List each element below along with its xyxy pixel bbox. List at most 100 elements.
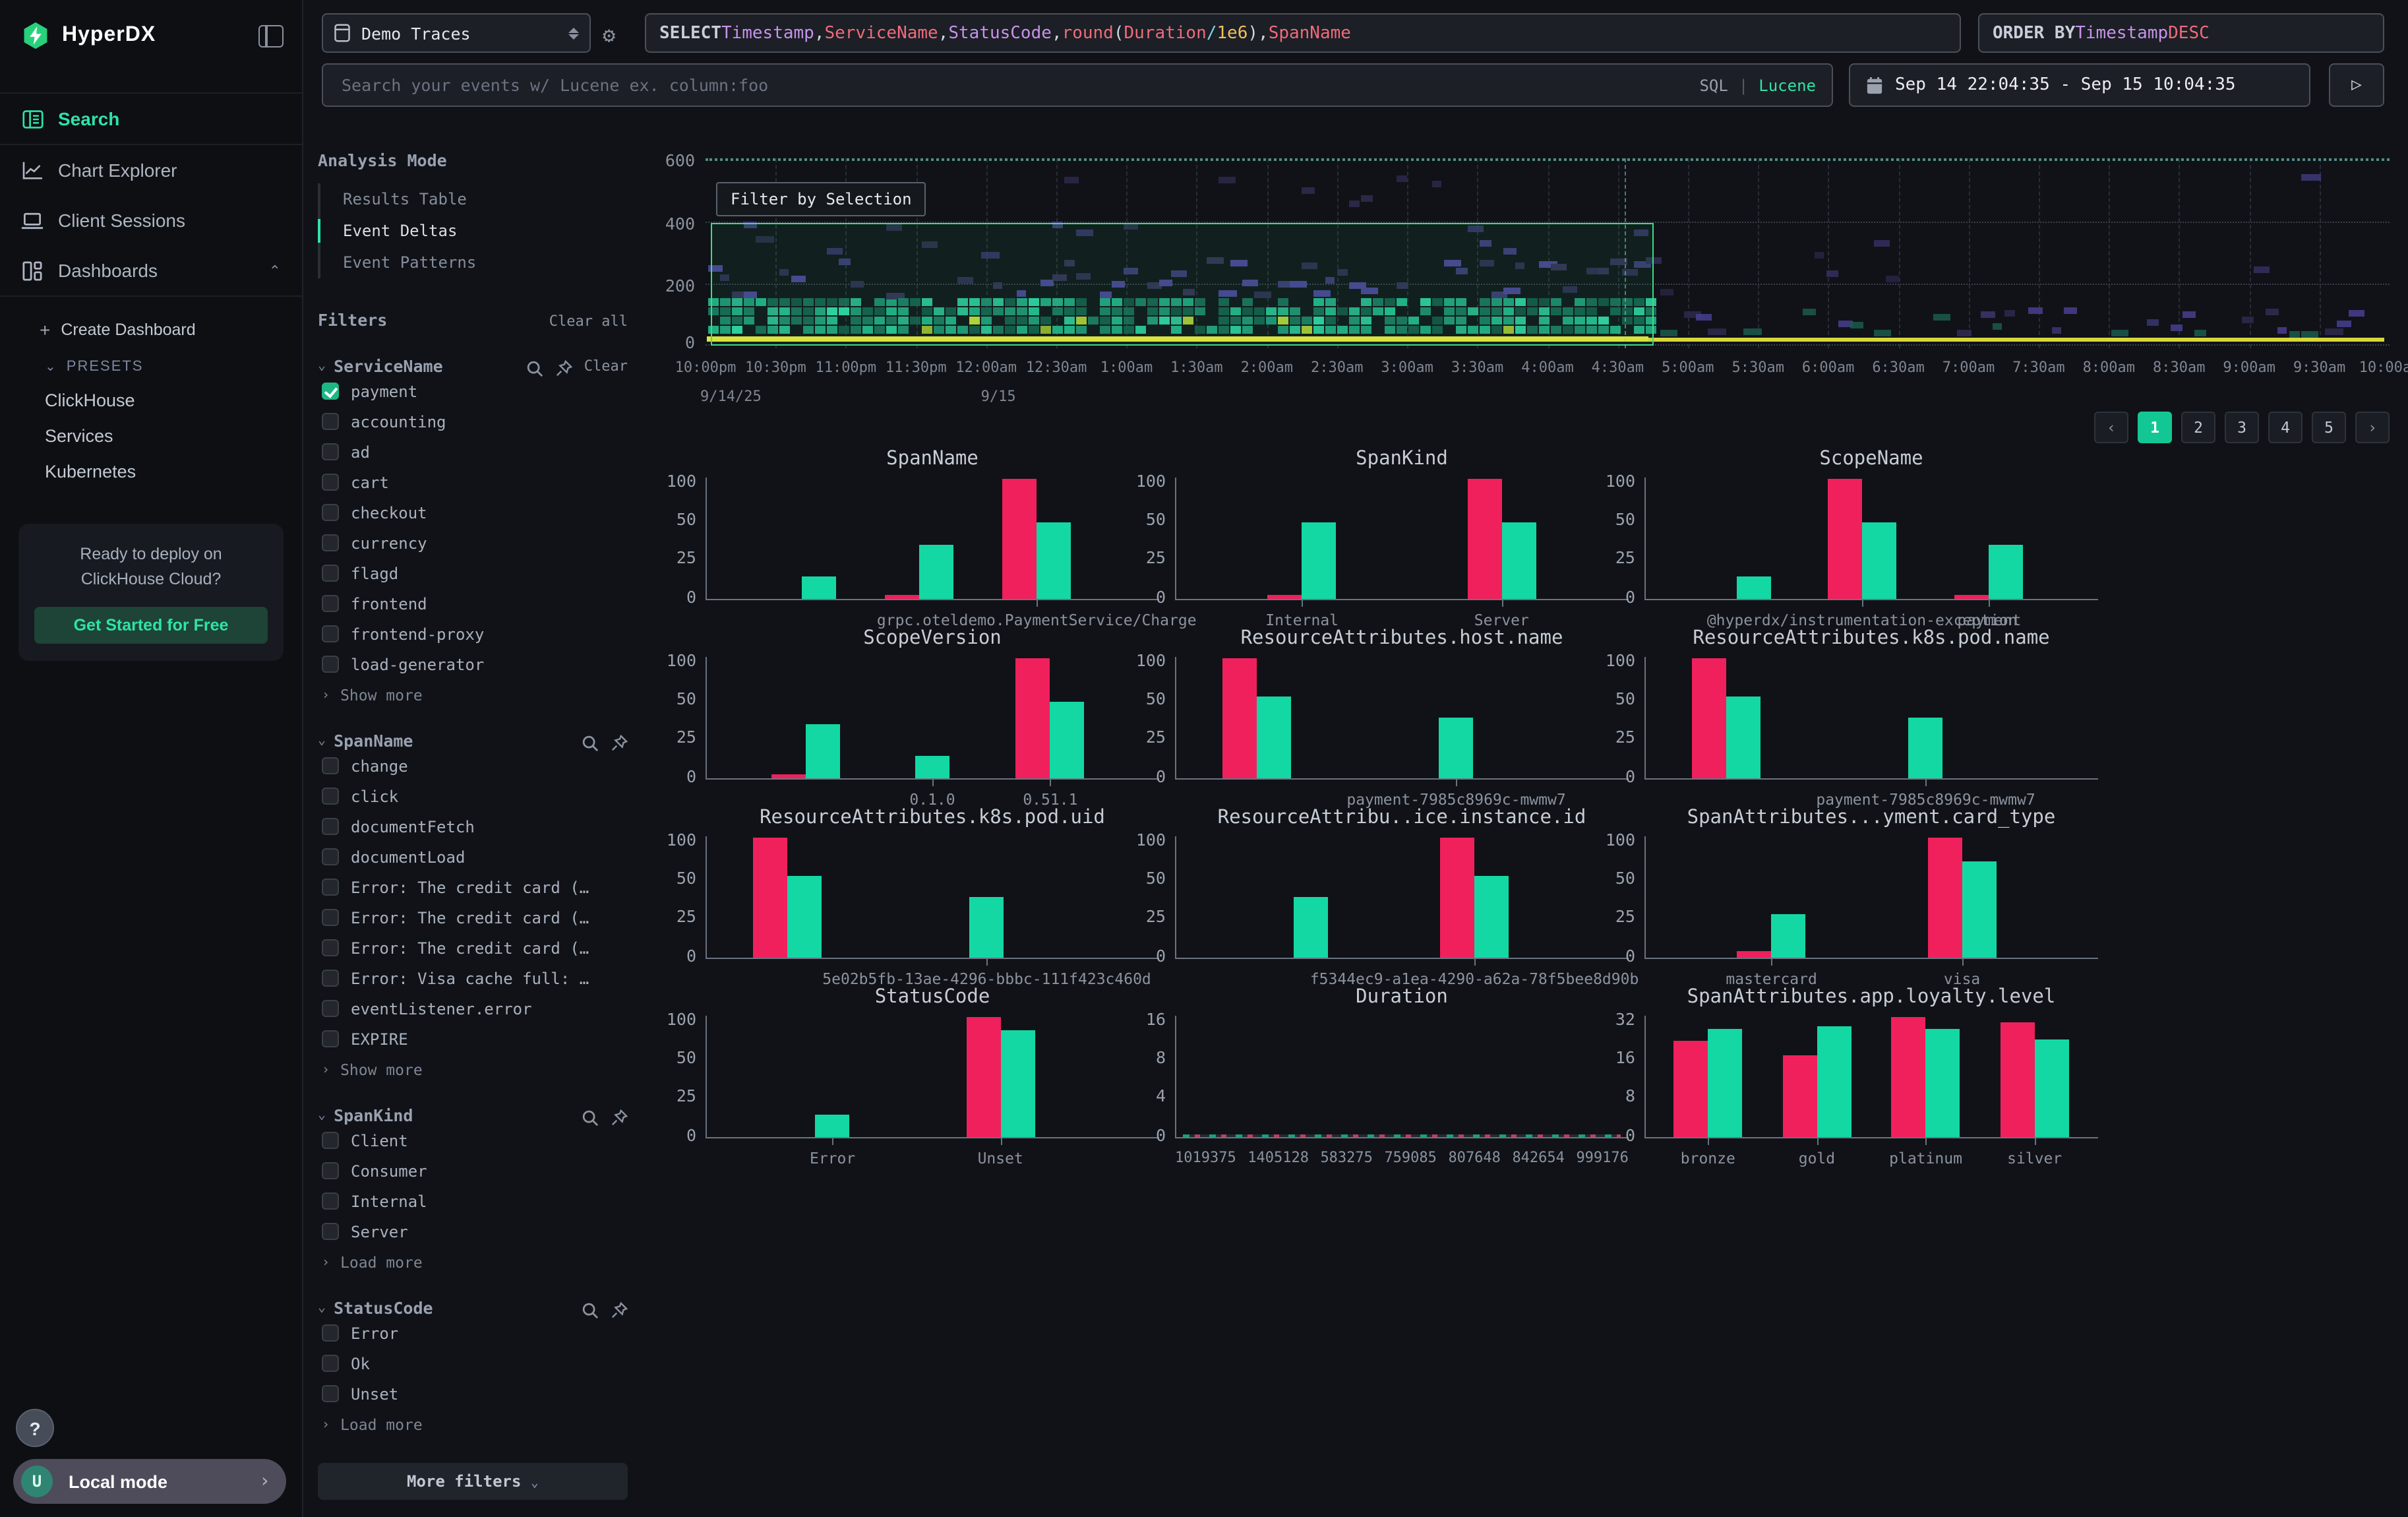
filter-option-internal[interactable]: Internal [318, 1186, 628, 1216]
bar-outside-selection[interactable] [1736, 576, 1770, 599]
filter-group-title[interactable]: SpanKind [334, 1105, 413, 1125]
bar-outside-selection[interactable] [1726, 697, 1761, 778]
show-more-button[interactable]: ›Show more [318, 679, 628, 704]
checkbox[interactable] [322, 848, 339, 865]
order-by-input[interactable]: ORDER BY Timestamp DESC [1978, 13, 2384, 53]
filter-by-selection-button[interactable]: Filter by Selection [716, 182, 926, 216]
pin-icon[interactable] [555, 357, 572, 375]
preset-clickhouse[interactable]: ClickHouse [0, 383, 302, 418]
bar-outside-selection[interactable] [1000, 1030, 1035, 1137]
bar-outside-selection[interactable] [1862, 522, 1896, 599]
clear-all-button[interactable]: Clear all [549, 313, 628, 330]
bar-outside-selection[interactable] [1962, 862, 1997, 958]
search-icon[interactable] [582, 1107, 599, 1124]
page-button-2[interactable]: 2 [2181, 412, 2215, 443]
analysis-mode-event-deltas[interactable]: Event Deltas [320, 215, 628, 247]
filter-option-consumer[interactable]: Consumer [318, 1156, 628, 1186]
bar-inside-selection[interactable] [1016, 658, 1050, 778]
page-button-3[interactable]: 3 [2225, 412, 2259, 443]
checkbox[interactable] [322, 443, 339, 460]
filter-option-eventlistener-error[interactable]: eventListener.error [318, 993, 628, 1024]
filter-option-checkout[interactable]: checkout [318, 497, 628, 528]
bar-inside-selection[interactable] [1673, 1041, 1708, 1137]
bar-inside-selection[interactable] [771, 774, 805, 778]
language-toggle-lucene[interactable]: Lucene [1759, 76, 1816, 94]
filter-option-payment[interactable]: payment [318, 376, 628, 406]
checkbox[interactable] [322, 788, 339, 805]
bar-inside-selection[interactable] [1828, 479, 1862, 599]
filter-option-frontend[interactable]: frontend [318, 588, 628, 619]
checkbox[interactable] [322, 413, 339, 430]
checkbox[interactable] [322, 879, 339, 896]
page-button-4[interactable]: 4 [2268, 412, 2303, 443]
checkbox[interactable] [322, 1223, 339, 1240]
page-next-button[interactable]: › [2355, 412, 2390, 443]
clear-filter-button[interactable]: Clear [584, 357, 628, 375]
sql-select-input[interactable]: SELECT Timestamp, ServiceName, StatusCod… [645, 13, 1961, 53]
bar-outside-selection[interactable] [1257, 697, 1291, 778]
bar-outside-selection[interactable] [1474, 876, 1509, 958]
presets-toggle[interactable]: ⌄ PRESETS [0, 350, 302, 383]
bar-outside-selection[interactable] [1294, 896, 1328, 958]
filter-option-ad[interactable]: ad [318, 437, 628, 467]
checkbox[interactable] [322, 595, 339, 612]
bar-outside-selection[interactable] [918, 545, 953, 599]
search-input[interactable] [339, 74, 1689, 96]
checkbox[interactable] [322, 1162, 339, 1179]
bar-inside-selection[interactable] [2001, 1022, 2035, 1137]
local-mode-menu[interactable]: U Local mode › [13, 1459, 286, 1504]
gear-icon[interactable]: ⚙ [603, 22, 615, 47]
page-button-5[interactable]: 5 [2312, 412, 2346, 443]
bar-inside-selection[interactable] [1268, 594, 1302, 599]
bar-inside-selection[interactable] [753, 838, 787, 958]
bar-outside-selection[interactable] [1909, 717, 1943, 778]
checkbox[interactable] [322, 565, 339, 582]
bar-inside-selection[interactable] [1892, 1017, 1926, 1137]
bar-outside-selection[interactable] [802, 576, 836, 599]
bar-outside-selection[interactable] [970, 896, 1004, 958]
bar-outside-selection[interactable] [816, 1114, 850, 1137]
filter-option-server[interactable]: Server [318, 1216, 628, 1247]
filter-option-error-the-credit-card-[interactable]: Error: The credit card (… [318, 933, 628, 963]
bar-outside-selection[interactable] [915, 755, 949, 778]
bar-outside-selection[interactable] [1926, 1029, 1960, 1137]
checkbox[interactable] [322, 970, 339, 987]
filter-option-error[interactable]: Error [318, 1318, 628, 1348]
checkbox[interactable] [322, 939, 339, 956]
date-range-picker[interactable]: Sep 14 22:04:35 - Sep 15 10:04:35 [1849, 63, 2310, 107]
bar-inside-selection[interactable] [1002, 479, 1037, 599]
bar-outside-selection[interactable] [1302, 522, 1337, 599]
checkbox[interactable] [322, 656, 339, 673]
analysis-mode-results-table[interactable]: Results Table [320, 183, 628, 215]
analysis-mode-event-patterns[interactable]: Event Patterns [320, 247, 628, 278]
checkbox[interactable] [322, 1132, 339, 1149]
filter-option-error-the-credit-card-[interactable]: Error: The credit card (… [318, 902, 628, 933]
sidebar-item-chart-explorer[interactable]: Chart Explorer [0, 145, 302, 195]
checkbox[interactable] [322, 1030, 339, 1047]
bar-outside-selection[interactable] [787, 876, 822, 958]
bar-outside-selection[interactable] [1037, 522, 1071, 599]
more-filters-button[interactable]: More filters ⌄ [318, 1463, 628, 1500]
filter-option-currency[interactable]: currency [318, 528, 628, 558]
bar-outside-selection[interactable] [1772, 915, 1806, 958]
source-select[interactable]: Demo Traces [322, 13, 591, 53]
filter-option-accounting[interactable]: accounting [318, 406, 628, 437]
filter-option-unset[interactable]: Unset [318, 1378, 628, 1409]
checkbox[interactable] [322, 1355, 339, 1372]
checkbox[interactable] [322, 625, 339, 642]
bar-inside-selection[interactable] [1440, 838, 1474, 958]
help-button[interactable]: ? [16, 1409, 54, 1447]
sidebar-item-client-sessions[interactable]: Client Sessions [0, 195, 302, 245]
language-toggle-sql[interactable]: SQL [1699, 76, 1728, 94]
filter-option-cart[interactable]: cart [318, 467, 628, 497]
filter-group-title[interactable]: ServiceName [334, 356, 443, 376]
filter-option-flagd[interactable]: flagd [318, 558, 628, 588]
preset-kubernetes[interactable]: Kubernetes [0, 454, 302, 489]
filter-option-ok[interactable]: Ok [318, 1348, 628, 1378]
bar-inside-selection[interactable] [884, 594, 918, 599]
checkbox[interactable] [322, 1000, 339, 1017]
bar-outside-selection[interactable] [805, 725, 839, 778]
create-dashboard-button[interactable]: + Create Dashboard [0, 310, 302, 350]
heatmap-selection[interactable] [711, 223, 1654, 346]
bar-outside-selection[interactable] [1817, 1027, 1851, 1137]
